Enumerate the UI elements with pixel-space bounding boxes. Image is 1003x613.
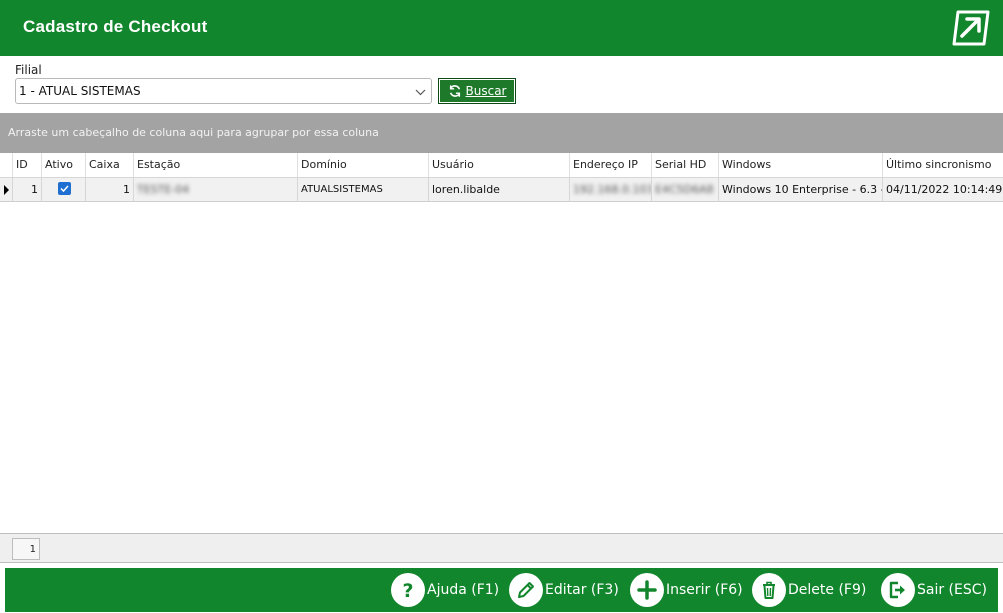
column-header-dominio[interactable]: Domínio (297, 153, 428, 177)
page-title: Cadastro de Checkout (23, 17, 208, 36)
column-header-serial-hd[interactable]: Serial HD (651, 153, 718, 177)
help-icon: ? (391, 573, 425, 607)
filial-select[interactable]: 1 - ATUAL SISTEMAS (15, 78, 432, 104)
trash-icon (752, 573, 786, 607)
ativo-checkbox[interactable] (58, 182, 71, 195)
cell-ativo[interactable] (41, 178, 85, 201)
buscar-button[interactable]: Buscar (438, 78, 516, 104)
exit-arrow-logo-icon (952, 10, 990, 46)
column-header-endereco-ip[interactable]: Endereço IP (569, 153, 651, 177)
app-window: Cadastro de Checkout Filial 1 - ATUAL SI… (0, 0, 1003, 613)
cell-estacao[interactable]: TESTE-04 (133, 178, 297, 201)
sair-button-label: Sair (ESC) (917, 582, 987, 598)
column-header-estacao[interactable]: Estação (133, 153, 297, 177)
chevron-down-icon (415, 89, 426, 96)
grid-footer-pager: 1 (0, 533, 1003, 563)
check-icon (60, 185, 69, 193)
group-by-panel[interactable]: Arraste um cabeçalho de coluna aqui para… (0, 113, 1003, 153)
column-header-caixa[interactable]: Caixa (85, 153, 133, 177)
cell-dominio[interactable]: ATUALSISTEMAS (297, 178, 428, 201)
cell-ultimo-sincronismo[interactable]: 04/11/2022 10:14:49 (882, 178, 1003, 201)
inserir-button[interactable]: Inserir (F6) (630, 572, 743, 608)
refresh-icon (449, 85, 460, 97)
pencil-icon (509, 573, 543, 607)
table-row[interactable]: 1 1 TESTE-04 ATUALSISTEMAS loren.libalde… (0, 177, 1003, 202)
group-by-hint: Arraste um cabeçalho de coluna aqui para… (8, 126, 379, 139)
serial-hd-value: E4C5D6A8 (655, 183, 714, 196)
checkout-grid: ID Ativo Caixa Estação Domínio Usuário E… (0, 153, 1003, 533)
endereco-ip-value: 192.168.0.103 (573, 183, 651, 196)
cell-id[interactable]: 1 (12, 178, 41, 201)
estacao-value: TESTE-04 (137, 183, 190, 196)
filial-select-value: 1 - ATUAL SISTEMAS (19, 84, 141, 98)
column-header-usuario[interactable]: Usuário (428, 153, 569, 177)
ajuda-button[interactable]: ? Ajuda (F1) (391, 572, 499, 608)
cell-usuario[interactable]: loren.libalde (428, 178, 569, 201)
delete-button-label: Delete (F9) (788, 582, 867, 598)
plus-icon (630, 573, 664, 607)
cell-serial-hd[interactable]: E4C5D6A8 (651, 178, 718, 201)
header-bar: Cadastro de Checkout (0, 0, 1003, 56)
column-header-id[interactable]: ID (12, 153, 41, 177)
buscar-button-label: Buscar (465, 84, 507, 98)
bottom-toolbar: ? Ajuda (F1) Editar (F3) Inserir (F6) De… (5, 568, 998, 612)
exit-door-icon (881, 573, 915, 607)
ajuda-button-label: Ajuda (F1) (427, 582, 500, 598)
cell-caixa[interactable]: 1 (85, 178, 133, 201)
column-header-ativo[interactable]: Ativo (41, 153, 85, 177)
column-header-windows[interactable]: Windows (718, 153, 882, 177)
grid-header: ID Ativo Caixa Estação Domínio Usuário E… (0, 153, 1003, 177)
delete-button[interactable]: Delete (F9) (752, 572, 866, 608)
row-indicator (0, 178, 12, 201)
cell-windows[interactable]: Windows 10 Enterprise - 6.3 - (718, 178, 882, 201)
filial-label: Filial (15, 63, 42, 77)
column-header-ultimo-sincronismo[interactable]: Último sincronismo (882, 153, 1003, 177)
editar-button[interactable]: Editar (F3) (509, 572, 619, 608)
inserir-button-label: Inserir (F6) (666, 582, 743, 598)
cell-endereco-ip[interactable]: 192.168.0.103 (569, 178, 651, 201)
svg-text:?: ? (402, 580, 413, 601)
sair-button[interactable]: Sair (ESC) (881, 572, 987, 608)
editar-button-label: Editar (F3) (545, 582, 619, 598)
page-number[interactable]: 1 (12, 538, 40, 560)
current-row-arrow-icon (4, 185, 9, 195)
